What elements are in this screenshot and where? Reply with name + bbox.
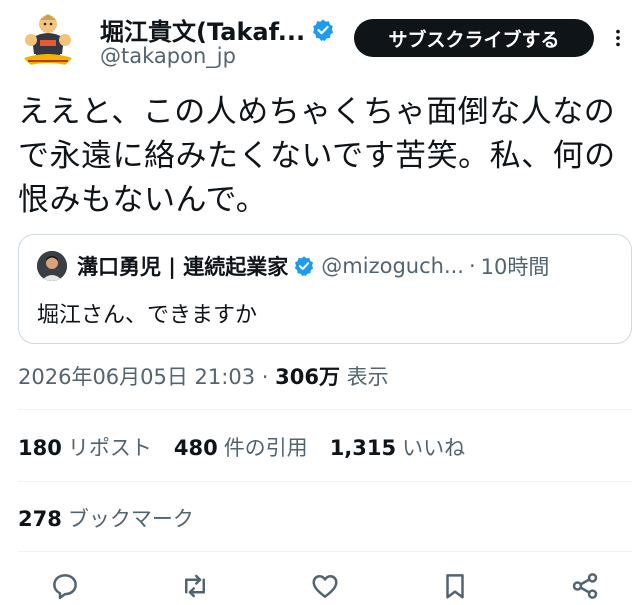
quote-text: 堀江さん、できますか: [37, 303, 258, 328]
repost-label: リポスト: [67, 436, 152, 460]
verified-badge-icon: [293, 255, 315, 277]
quote-count: 480: [173, 436, 218, 460]
quote-author-handle[interactable]: @mizoguch...: [321, 254, 464, 278]
quote-separator: ·: [468, 254, 476, 278]
share-icon: [572, 573, 598, 599]
person-avatar-icon: [37, 251, 67, 281]
view-label: 表示: [339, 365, 389, 389]
author-name[interactable]: 堀江貴文(Takaf...: [100, 12, 305, 47]
author-name-row: 堀江貴文(Takaf...: [100, 12, 335, 47]
meta-separator: ·: [255, 365, 276, 389]
quote-label: 件の引用: [223, 436, 308, 460]
repost-button[interactable]: [177, 568, 213, 604]
like-stat[interactable]: 1,315 いいね: [330, 432, 465, 462]
divider: [18, 409, 632, 410]
quote-header: 溝口勇児 | 連続起業家 @mizoguch... · 10時間: [37, 251, 549, 281]
quote-avatar[interactable]: [37, 251, 67, 281]
bookmark-button[interactable]: [437, 568, 473, 604]
tweet-header: 堀江貴文(Takaf... @takapon_jp サブスクライブする: [0, 0, 640, 84]
engagement-stats: 180 リポスト 480 件の引用 1,315 いいね: [18, 432, 487, 462]
character-avatar-icon: [18, 10, 78, 70]
bookmark-label: ブックマーク: [67, 507, 194, 531]
more-vertical-icon: [616, 29, 620, 47]
quote-timestamp[interactable]: 10時間: [481, 251, 550, 281]
quote-author-name[interactable]: 溝口勇児 | 連続起業家: [77, 251, 288, 281]
tweet-text: ええと、この人めちゃくちゃ面倒な人なので永遠に絡みたくないです苦笑。私、何の恨み…: [18, 94, 616, 218]
subscribe-button[interactable]: サブスクライブする: [354, 19, 594, 57]
view-count: 306万: [275, 365, 340, 389]
quote-stat[interactable]: 480 件の引用: [174, 432, 308, 462]
repost-count: 180: [18, 436, 62, 460]
author-avatar[interactable]: [18, 10, 78, 70]
reply-button[interactable]: [47, 568, 83, 604]
author-handle[interactable]: @takapon_jp: [100, 44, 236, 68]
bookmark-icon: [446, 574, 464, 599]
tweet-timestamp[interactable]: 2026年06月05日 21:03: [18, 365, 255, 389]
like-button[interactable]: [307, 568, 343, 604]
like-icon: [312, 575, 338, 598]
repost-icon: [185, 574, 205, 598]
divider: [18, 481, 632, 482]
repost-stat[interactable]: 180 リポスト: [18, 432, 152, 462]
like-count: 1,315: [329, 436, 397, 460]
share-button[interactable]: [567, 568, 603, 604]
bookmark-stat[interactable]: 278 ブックマーク: [18, 503, 194, 533]
more-options-button[interactable]: [604, 22, 632, 54]
like-label: いいね: [402, 436, 466, 460]
bookmark-count: 278: [18, 507, 62, 531]
action-bar: [0, 568, 640, 605]
reply-icon: [53, 574, 77, 600]
tweet-meta: 2026年06月05日 21:03 · 306万 表示: [18, 361, 389, 391]
quoted-tweet[interactable]: 溝口勇児 | 連続起業家 @mizoguch... · 10時間 堀江さん、でき…: [18, 234, 632, 344]
verified-badge-icon: [311, 18, 335, 42]
divider: [18, 551, 632, 552]
